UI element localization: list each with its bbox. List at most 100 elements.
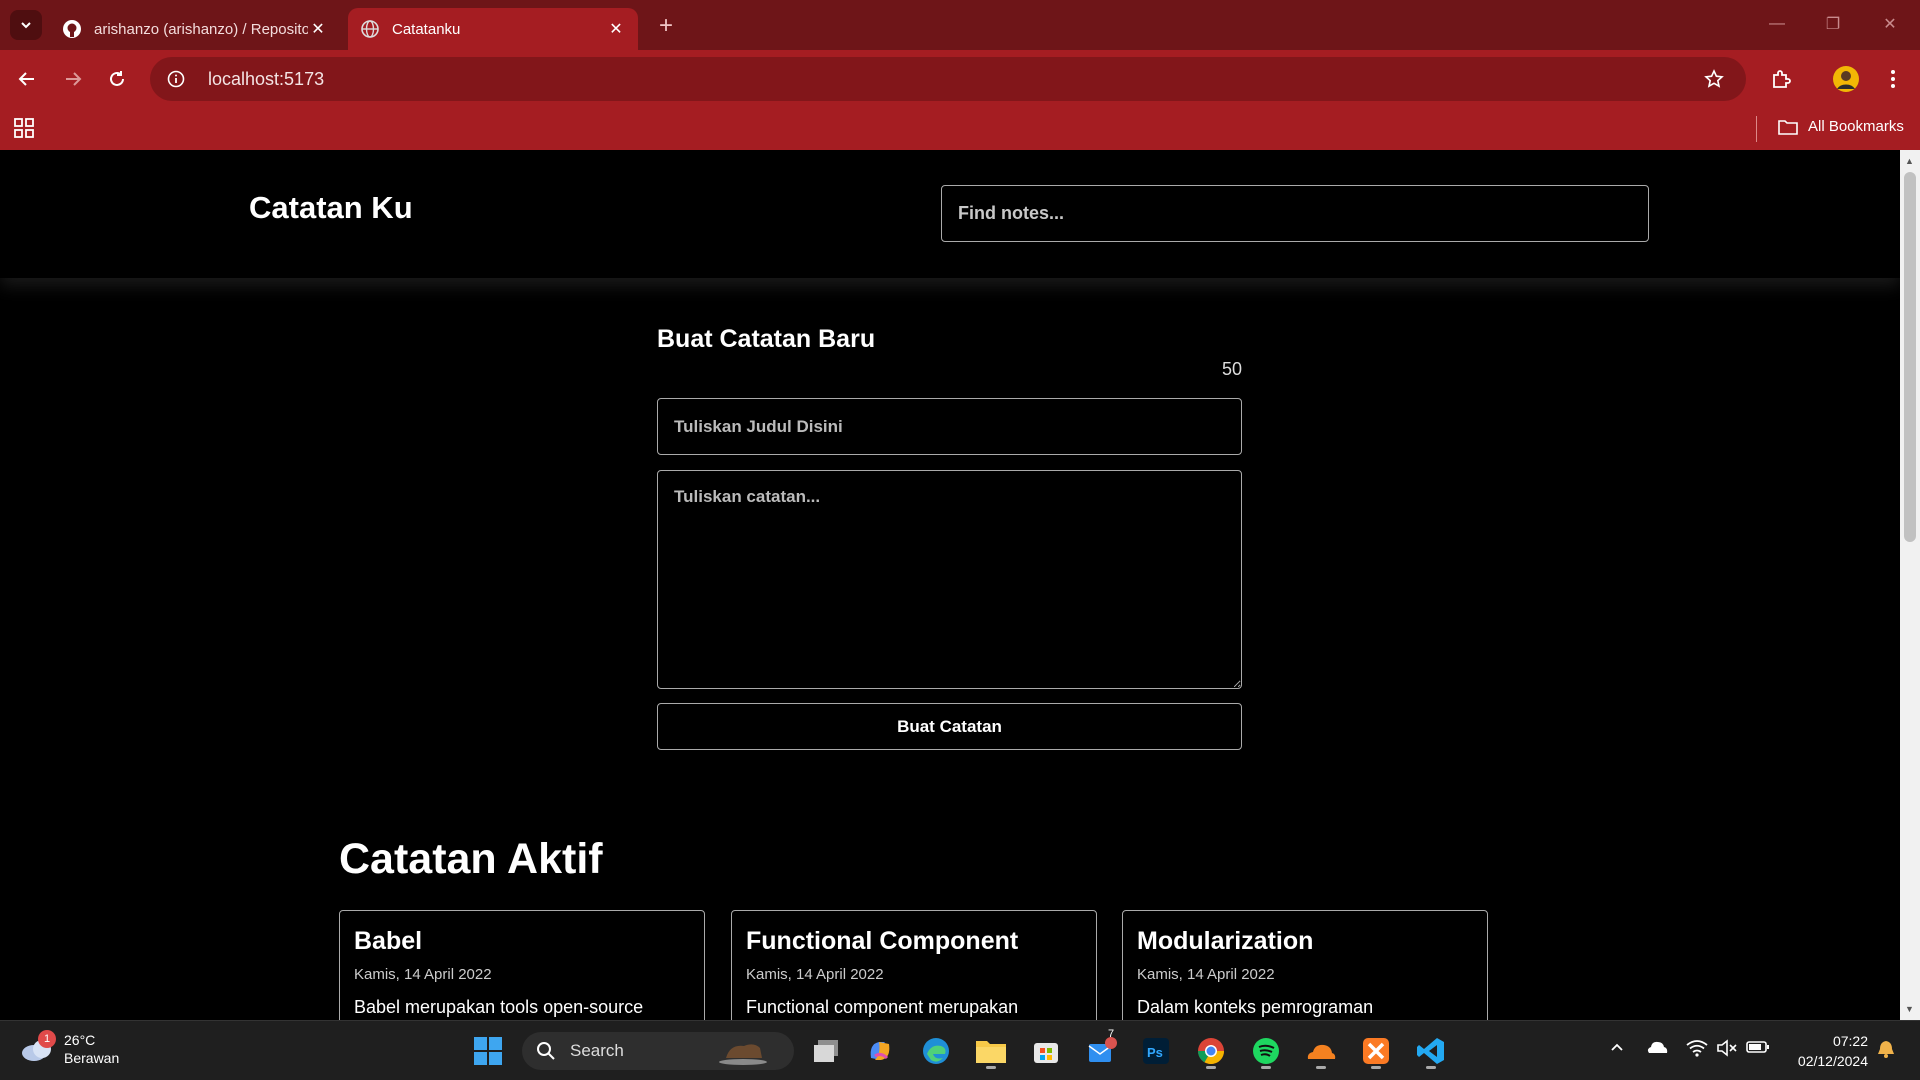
window-close-button[interactable]: ✕ (1870, 6, 1910, 42)
system-clock[interactable]: 07:22 02/12/2024 (1788, 1031, 1868, 1071)
tab-search-button[interactable] (10, 10, 42, 40)
spotify-icon (1253, 1038, 1279, 1064)
taskbar-search[interactable]: Search (522, 1032, 794, 1070)
cloud-icon: 1 (20, 1030, 56, 1064)
running-indicator (1261, 1066, 1271, 1069)
task-view-icon (814, 1040, 838, 1062)
tab-github[interactable]: arishanzo (arishanzo) / Reposito ✕ (50, 8, 340, 50)
edge-icon (923, 1038, 949, 1064)
xampp-icon (1363, 1038, 1389, 1064)
xampp-button[interactable] (1356, 1031, 1396, 1071)
bookmark-star-icon[interactable] (1702, 67, 1726, 91)
note-title: Functional Component (746, 927, 1019, 955)
site-info-icon[interactable] (164, 67, 188, 91)
edge-button[interactable] (916, 1031, 956, 1071)
close-icon[interactable]: ✕ (606, 19, 626, 39)
running-indicator (1371, 1066, 1381, 1069)
url-text: localhost:5173 (208, 68, 325, 89)
char-counter: 50 (1221, 359, 1242, 379)
note-body: Functional component merupakan (746, 997, 1019, 1017)
close-icon[interactable]: ✕ (308, 19, 328, 39)
spotify-button[interactable] (1246, 1031, 1286, 1071)
taskbar-search-label: Search (570, 1041, 624, 1060)
copilot-button[interactable] (860, 1031, 900, 1071)
search-highlight-icon (719, 1044, 767, 1065)
onedrive-icon[interactable] (1646, 1039, 1668, 1058)
page-scrollbar[interactable]: ▲ ▼ (1900, 150, 1920, 1020)
scroll-down-icon[interactable]: ▼ (1905, 1004, 1914, 1014)
cloudflare-button[interactable] (1301, 1031, 1341, 1071)
store-icon (1034, 1043, 1058, 1063)
volume-muted-icon[interactable] (1716, 1039, 1738, 1060)
address-bar[interactable]: localhost:5173 (150, 57, 1746, 101)
browser-menu-button[interactable] (1876, 62, 1910, 96)
running-indicator (1426, 1066, 1436, 1069)
forward-button[interactable] (56, 62, 90, 96)
note-card[interactable]: Babel Kamis, 14 April 2022 Babel merupak… (339, 910, 705, 1020)
running-indicator (1206, 1066, 1216, 1069)
note-body-textarea[interactable] (657, 470, 1242, 689)
create-note-button[interactable]: Buat Catatan (657, 703, 1242, 750)
notification-bell-icon[interactable] (1877, 1039, 1895, 1062)
note-card[interactable]: Functional Component Kamis, 14 April 202… (731, 910, 1097, 1020)
mail-icon (1088, 1037, 1117, 1062)
wifi-icon[interactable] (1686, 1039, 1708, 1060)
minimize-button[interactable]: — (1757, 6, 1797, 42)
cloudflare-icon (1307, 1044, 1336, 1059)
weather-widget[interactable]: 1 26°C Berawan (20, 1030, 119, 1067)
copilot-icon (870, 1042, 890, 1060)
note-title-input[interactable] (657, 398, 1242, 455)
folder-icon (1778, 119, 1798, 135)
back-button[interactable] (10, 62, 44, 96)
tab-strip: arishanzo (arishanzo) / Reposito ✕ Catat… (0, 0, 1920, 50)
note-title: Modularization (1137, 927, 1314, 955)
note-body: Dalam konteks pemrograman (1137, 997, 1374, 1017)
chevron-down-icon (21, 22, 31, 29)
apps-grid-icon[interactable] (14, 118, 34, 138)
puzzle-icon (1773, 70, 1791, 88)
tab-catatanku[interactable]: Catatanku ✕ (348, 8, 638, 50)
search-icon (537, 1042, 555, 1060)
browser-toolbar: localhost:5173 (0, 50, 1920, 108)
start-button[interactable] (468, 1031, 508, 1071)
clock-time: 07:22 (1832, 1033, 1868, 1049)
clock-date: 02/12/2024 (1797, 1053, 1868, 1069)
new-tab-button[interactable]: + (652, 12, 680, 40)
more-vertical-icon (1891, 70, 1895, 88)
app-title: Catatan Ku (249, 190, 413, 225)
chrome-icon (1197, 1038, 1225, 1065)
battery-icon[interactable] (1746, 1039, 1770, 1058)
all-bookmarks-button[interactable]: All Bookmarks (1778, 118, 1904, 135)
vscode-button[interactable] (1411, 1031, 1451, 1071)
scrollbar-thumb[interactable] (1904, 172, 1916, 542)
profile-button[interactable] (1829, 62, 1863, 96)
task-view-button[interactable] (806, 1031, 846, 1071)
note-body: Babel merupakan tools open-source (354, 997, 644, 1017)
note-date: Kamis, 14 April 2022 (746, 966, 884, 983)
note-title: Babel (354, 927, 423, 955)
photoshop-button[interactable]: Ps (1136, 1031, 1176, 1071)
show-hidden-icons-button[interactable] (1609, 1039, 1625, 1058)
running-indicator (986, 1066, 996, 1069)
note-date: Kamis, 14 April 2022 (354, 966, 492, 983)
search-input[interactable] (941, 185, 1649, 242)
mail-button[interactable]: 7 (1082, 1028, 1122, 1071)
chrome-button[interactable] (1191, 1031, 1231, 1071)
extensions-button[interactable] (1764, 62, 1798, 96)
reload-button[interactable] (100, 62, 134, 96)
weather-badge: 1 (38, 1030, 56, 1048)
scroll-up-icon[interactable]: ▲ (1905, 156, 1914, 166)
restore-button[interactable]: ❐ (1813, 6, 1853, 42)
chevron-up-icon (1611, 1043, 1623, 1051)
note-card[interactable]: Modularization Kamis, 14 April 2022 Dala… (1122, 910, 1488, 1020)
photoshop-icon: Ps (1143, 1038, 1169, 1064)
store-button[interactable] (1026, 1031, 1066, 1071)
tab-title: Catatanku (392, 20, 461, 38)
running-indicator (1316, 1066, 1326, 1069)
divider (1756, 116, 1757, 142)
bookmarks-bar: All Bookmarks (0, 108, 1920, 150)
file-explorer-button[interactable] (971, 1031, 1011, 1071)
globe-icon (360, 19, 380, 39)
store-badge: 7 (1108, 1028, 1115, 1040)
taskbar: 1 26°C Berawan Search 7 Ps 07:22 02/12/2… (0, 1020, 1920, 1080)
